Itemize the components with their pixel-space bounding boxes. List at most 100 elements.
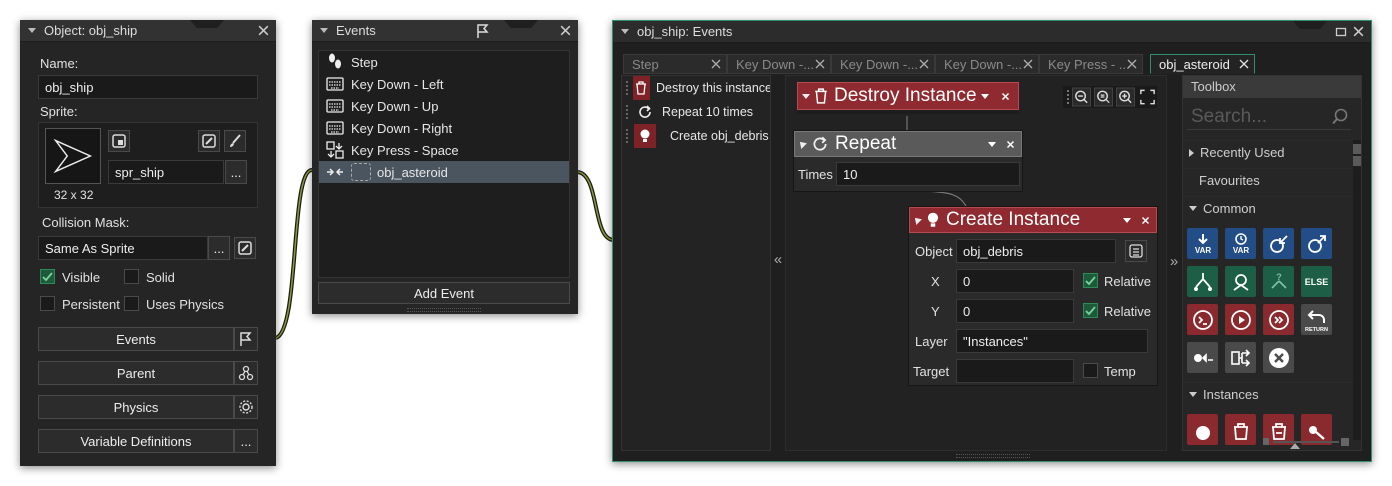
toolbox-execute-code[interactable] — [1187, 304, 1218, 335]
tab-key-down-left[interactable]: Key Down -... — [727, 54, 831, 74]
toolbox-switch[interactable] — [1225, 342, 1256, 373]
temp-checkbox[interactable] — [1083, 363, 1098, 378]
close-tab-icon[interactable] — [1022, 58, 1034, 70]
collapse-triangle-icon[interactable] — [802, 93, 810, 99]
persistent-checkbox[interactable] — [40, 296, 55, 311]
times-input[interactable]: 10 — [836, 162, 1020, 186]
y-relative-checkbox[interactable] — [1083, 303, 1098, 318]
event-key-press-space[interactable]: Key Press - Space — [319, 139, 569, 161]
toolbox-set-instance-var[interactable] — [1301, 228, 1332, 259]
toolbox-if-expression[interactable]: ? — [1263, 266, 1294, 297]
resize-grip[interactable] — [956, 454, 1030, 458]
variable-definitions-button[interactable]: Variable Definitions — [38, 429, 234, 453]
toolbox-zoom-slider[interactable] — [1263, 438, 1349, 449]
collapse-triangle-icon[interactable] — [621, 29, 629, 34]
action-menu-icon[interactable] — [988, 141, 996, 147]
sprite-preview[interactable] — [45, 128, 101, 184]
action-menu-icon[interactable] — [1123, 217, 1131, 223]
repeat-action[interactable]: Repeat Times 10 — [793, 130, 1023, 192]
close-tab-icon[interactable] — [814, 58, 826, 70]
event-key-down-up[interactable]: Key Down - Up — [319, 95, 569, 117]
parent-button[interactable]: Parent — [38, 361, 234, 385]
toolbox-assign-variable[interactable]: VAR — [1187, 228, 1218, 259]
close-icon[interactable] — [1141, 216, 1150, 225]
tab-step[interactable]: Step — [623, 54, 727, 74]
toolbox-section-recently-used[interactable]: Recently Used — [1183, 140, 1361, 164]
toolbox-if-variable[interactable] — [1187, 266, 1218, 297]
resize-grip[interactable] — [407, 308, 481, 312]
search-input[interactable]: Search... — [1191, 106, 1267, 128]
action-list-item[interactable]: Destroy this instance — [622, 76, 770, 100]
close-tab-icon[interactable] — [1238, 58, 1250, 70]
collision-mask-edit-button[interactable] — [234, 237, 256, 259]
parent-icon-button[interactable] — [234, 361, 258, 385]
toolbox-call-function[interactable] — [1187, 342, 1218, 373]
tab-obj-asteroid[interactable]: obj_asteroid — [1150, 54, 1255, 74]
layer-input[interactable]: "Instances" — [956, 329, 1148, 353]
toolbox-fast-forward[interactable] — [1263, 304, 1294, 335]
toolbox-return[interactable]: RETURN — [1301, 304, 1332, 335]
events-flag-button[interactable] — [234, 327, 258, 351]
object-window-titlebar[interactable]: Object: obj_ship — [20, 20, 276, 42]
toolbox-section-favourites[interactable]: Favourites — [1183, 168, 1361, 192]
action-list-item[interactable]: Create obj_debris — [622, 124, 770, 148]
search-icon[interactable] — [1331, 108, 1349, 126]
variable-definitions-more-button[interactable]: ... — [234, 429, 258, 453]
toolbox-else[interactable]: ELSE — [1301, 266, 1332, 297]
events-button[interactable]: Events — [38, 327, 234, 351]
toolbox-section-instances[interactable]: Instances — [1183, 382, 1361, 406]
close-icon[interactable] — [1352, 25, 1365, 38]
target-input[interactable] — [956, 359, 1074, 383]
action-menu-icon[interactable] — [981, 93, 989, 99]
toolbox-if-instance[interactable] — [1225, 266, 1256, 297]
event-step[interactable]: Step — [319, 51, 569, 73]
collapse-triangle-icon[interactable] — [28, 28, 36, 33]
x-input[interactable]: 0 — [956, 269, 1074, 293]
physics-icon-button[interactable] — [234, 395, 258, 419]
tab-key-down-up[interactable]: Key Down -... — [831, 54, 935, 74]
event-collision-obj-asteroid[interactable]: obj_asteroid — [319, 161, 569, 183]
tab-key-down-right[interactable]: Key Down -... — [935, 54, 1039, 74]
toolbox-create-instance[interactable] — [1187, 414, 1218, 445]
toolbox-play[interactable] — [1225, 304, 1256, 335]
close-tab-icon[interactable] — [1126, 58, 1138, 70]
close-tab-icon[interactable] — [918, 58, 930, 70]
object-input[interactable]: obj_debris — [956, 239, 1116, 263]
events-window-titlebar[interactable]: Events — [312, 20, 578, 42]
close-tab-icon[interactable] — [710, 58, 722, 70]
edit-sprite-button[interactable] — [198, 130, 220, 152]
collapse-triangle-icon[interactable] — [797, 139, 807, 149]
event-key-down-left[interactable]: Key Down - Left — [319, 73, 569, 95]
add-event-button[interactable]: Add Event — [318, 282, 570, 304]
event-key-down-right[interactable]: Key Down - Right — [319, 117, 569, 139]
tab-key-press-space[interactable]: Key Press - ... — [1039, 54, 1143, 74]
new-sprite-button[interactable] — [108, 130, 130, 152]
toolbox-destroy-instance[interactable] — [1225, 414, 1256, 445]
close-icon[interactable] — [1001, 92, 1010, 101]
paint-sprite-button[interactable] — [224, 130, 246, 152]
close-icon[interactable] — [257, 24, 270, 37]
destroy-instance-action[interactable]: Destroy Instance — [797, 82, 1019, 114]
solid-checkbox[interactable] — [124, 269, 139, 284]
collapse-left-arrow[interactable]: « — [771, 251, 785, 268]
sprite-select[interactable]: spr_ship — [108, 160, 224, 184]
x-relative-checkbox[interactable] — [1083, 273, 1098, 288]
maximize-icon[interactable] — [1335, 26, 1347, 38]
close-icon[interactable] — [1006, 140, 1015, 149]
collapse-triangle-icon[interactable] — [320, 28, 328, 33]
sprite-browse-button[interactable]: ... — [225, 160, 247, 184]
toolbox-section-common[interactable]: Common — [1183, 196, 1361, 220]
event-editor-titlebar[interactable]: obj_ship: Events — [613, 21, 1371, 43]
close-icon[interactable] — [559, 24, 572, 37]
toolbox-scrollbar[interactable] — [1353, 140, 1361, 440]
y-input[interactable]: 0 — [956, 299, 1074, 323]
toolbox-exit-event[interactable] — [1263, 342, 1294, 373]
visible-checkbox[interactable] — [40, 269, 55, 284]
action-list-item[interactable]: Repeat 10 times — [622, 100, 770, 124]
toolbox-declare-temp[interactable]: VAR — [1225, 228, 1256, 259]
collision-mask-select[interactable]: Same As Sprite — [38, 236, 208, 260]
toolbox-get-instance-var[interactable] — [1263, 228, 1294, 259]
collapse-right-arrow[interactable]: » — [1167, 253, 1181, 270]
collapse-triangle-icon[interactable] — [912, 215, 922, 225]
collision-mask-browse-button[interactable]: ... — [208, 236, 230, 260]
